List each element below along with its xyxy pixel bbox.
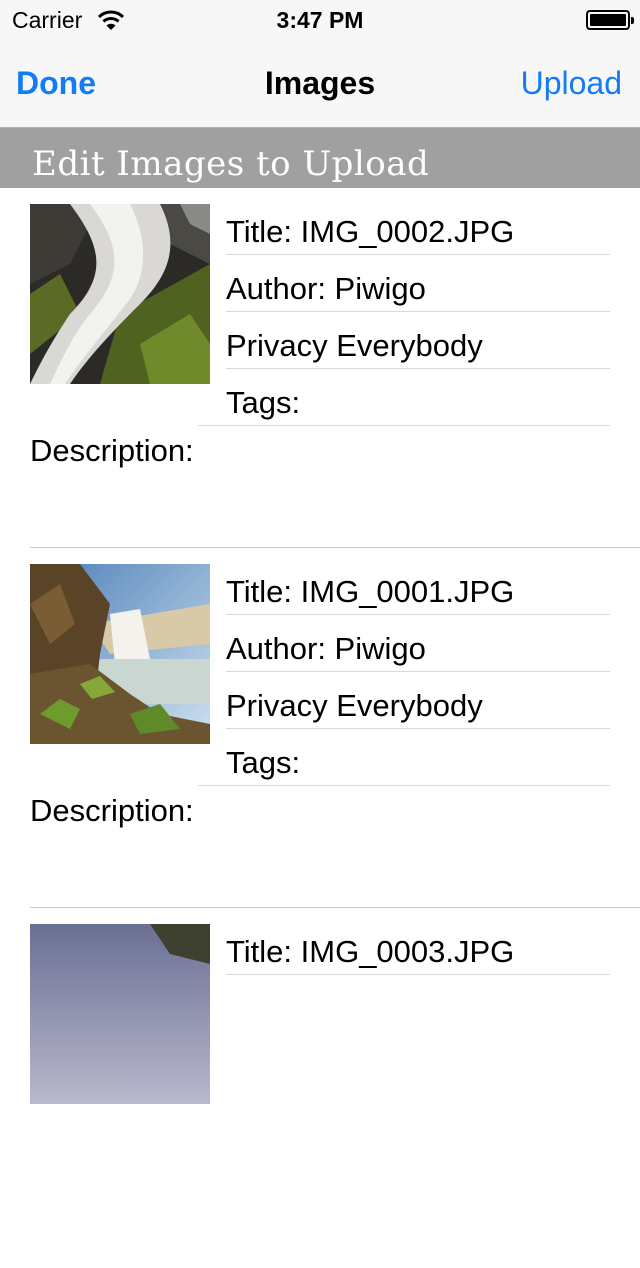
- title-label: Title: IMG_0002.JPG: [226, 214, 515, 249]
- title-field[interactable]: Title: IMG_0003.JPG: [226, 918, 610, 975]
- privacy-label: Privacy Everybody: [226, 328, 483, 363]
- status-bar: Carrier 3:47 PM: [0, 0, 640, 40]
- title-field[interactable]: Title: IMG_0002.JPG: [226, 198, 610, 255]
- author-label: Author: Piwigo: [226, 631, 426, 666]
- description-field[interactable]: Description:: [30, 433, 610, 469]
- upload-button[interactable]: Upload: [521, 65, 622, 102]
- description-label: Description:: [30, 433, 194, 468]
- description-field[interactable]: Description:: [30, 793, 610, 829]
- title-field[interactable]: Title: IMG_0001.JPG: [226, 558, 610, 615]
- battery-icon: [586, 10, 634, 30]
- image-thumbnail[interactable]: [30, 204, 210, 384]
- tags-label: Tags:: [226, 385, 301, 420]
- image-thumbnail[interactable]: [30, 924, 210, 1104]
- author-field[interactable]: Author: Piwigo: [226, 615, 610, 672]
- image-cell[interactable]: Title: IMG_0003.JPG: [0, 908, 640, 1268]
- privacy-field[interactable]: Privacy Everybody: [226, 312, 610, 369]
- author-field[interactable]: Author: Piwigo: [226, 255, 610, 312]
- section-header-title: Edit Images to Upload: [32, 144, 430, 184]
- image-cell[interactable]: Title: IMG_0001.JPG Author: Piwigo Priva…: [0, 548, 640, 908]
- navigation-bar: Done Images Upload: [0, 40, 640, 128]
- tags-field[interactable]: Tags:: [198, 729, 610, 786]
- privacy-field[interactable]: Privacy Everybody: [226, 672, 610, 729]
- tags-label: Tags:: [226, 745, 301, 780]
- title-label: Title: IMG_0001.JPG: [226, 574, 515, 609]
- description-label: Description:: [30, 793, 194, 828]
- title-label: Title: IMG_0003.JPG: [226, 934, 515, 969]
- image-cell[interactable]: Title: IMG_0002.JPG Author: Piwigo Priva…: [0, 188, 640, 548]
- privacy-label: Privacy Everybody: [226, 688, 483, 723]
- status-time: 3:47 PM: [276, 7, 364, 33]
- author-label: Author: Piwigo: [226, 271, 426, 306]
- image-thumbnail[interactable]: [30, 564, 210, 744]
- section-header: Edit Images to Upload: [0, 128, 640, 188]
- tags-field[interactable]: Tags:: [198, 369, 610, 426]
